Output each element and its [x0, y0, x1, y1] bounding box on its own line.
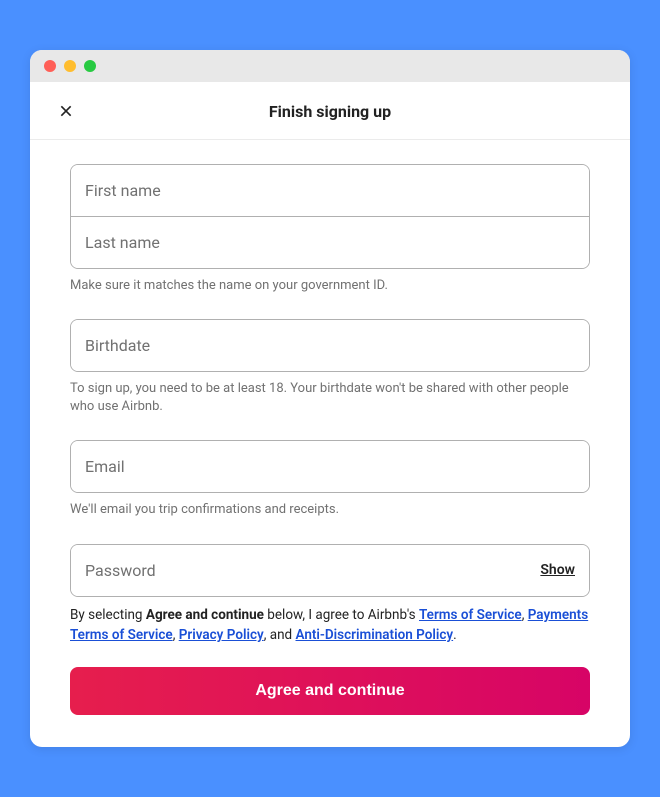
terms-of-service-link[interactable]: Terms of Service	[419, 607, 522, 623]
birthdate-hint: To sign up, you need to be at least 18. …	[70, 380, 590, 416]
birthdate-field-group: Birthdate	[70, 319, 590, 372]
anti-discrimination-link[interactable]: Anti-Discrimination Policy	[296, 627, 454, 643]
email-input[interactable]: Email	[71, 441, 589, 492]
name-hint: Make sure it matches the name on your go…	[70, 277, 590, 295]
name-field-group: First name Last name	[70, 164, 590, 269]
password-input[interactable]: Password Show	[71, 545, 589, 596]
first-name-input[interactable]: First name	[71, 165, 589, 216]
modal-title: Finish signing up	[54, 102, 606, 121]
signup-modal: Finish signing up First name Last name M…	[30, 50, 630, 747]
modal-body: First name Last name Make sure it matche…	[30, 140, 630, 747]
legal-text: By selecting Agree and continue below, I…	[70, 605, 590, 646]
agree-continue-button[interactable]: Agree and continue	[70, 667, 590, 715]
window-close-icon[interactable]	[44, 60, 56, 72]
window-minimize-icon[interactable]	[64, 60, 76, 72]
close-button[interactable]	[52, 97, 80, 125]
window-titlebar	[30, 50, 630, 82]
show-password-button[interactable]: Show	[540, 562, 575, 578]
privacy-policy-link[interactable]: Privacy Policy	[179, 627, 264, 643]
birthdate-input[interactable]: Birthdate	[71, 320, 589, 371]
window-maximize-icon[interactable]	[84, 60, 96, 72]
email-field-group: Email	[70, 440, 590, 493]
close-icon	[58, 103, 74, 119]
modal-header: Finish signing up	[30, 82, 630, 140]
password-field-group: Password Show	[70, 544, 590, 597]
email-hint: We'll email you trip confirmations and r…	[70, 501, 590, 519]
last-name-input[interactable]: Last name	[71, 216, 589, 268]
password-label: Password	[85, 561, 156, 580]
